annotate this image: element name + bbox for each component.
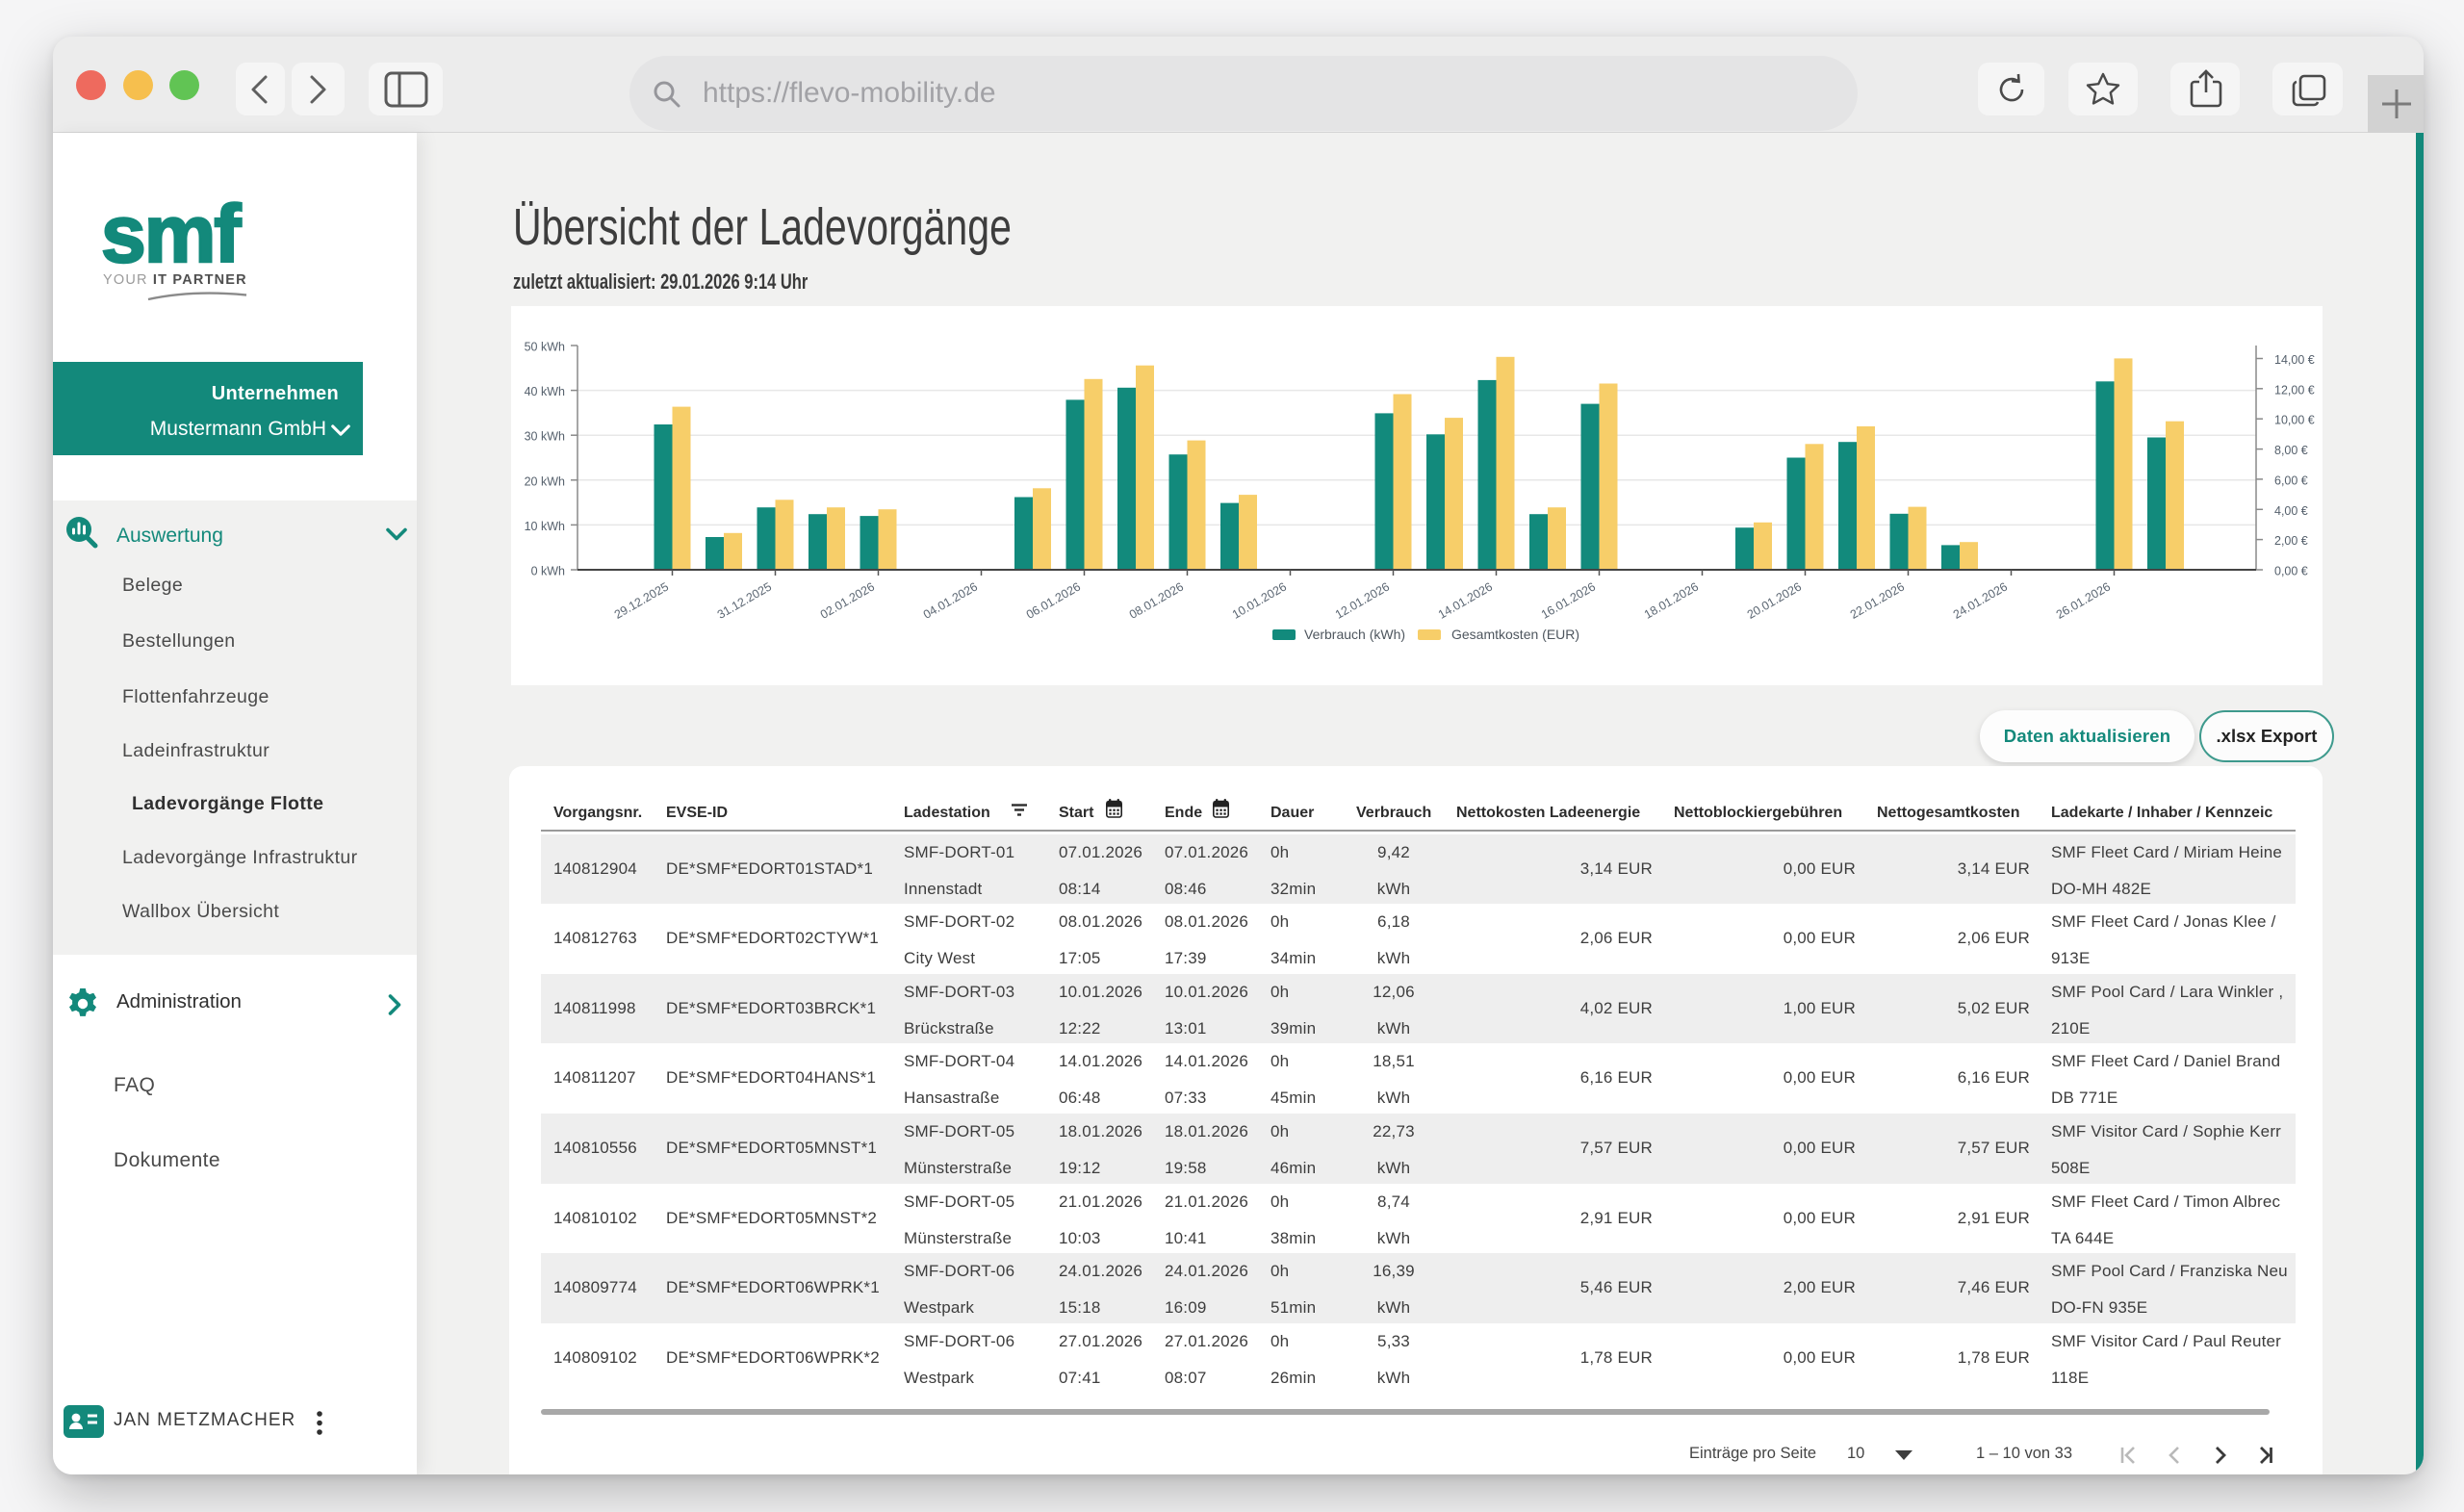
svg-text:26.01.2026: 26.01.2026 xyxy=(2054,579,2113,621)
svg-text:22.01.2026: 22.01.2026 xyxy=(1848,579,1907,621)
svg-text:29.12.2025: 29.12.2025 xyxy=(612,579,671,621)
svg-text:20.01.2026: 20.01.2026 xyxy=(1745,579,1804,621)
svg-text:02.01.2026: 02.01.2026 xyxy=(818,579,877,621)
svg-text:12,00 €: 12,00 € xyxy=(2274,383,2315,397)
svg-text:20 kWh: 20 kWh xyxy=(525,474,565,488)
svg-text:18.01.2026: 18.01.2026 xyxy=(1642,579,1701,621)
svg-text:12.01.2026: 12.01.2026 xyxy=(1333,579,1392,621)
svg-text:31.12.2025: 31.12.2025 xyxy=(715,579,774,621)
svg-text:10 kWh: 10 kWh xyxy=(525,520,565,533)
svg-text:14,00 €: 14,00 € xyxy=(2274,353,2315,367)
svg-text:40 kWh: 40 kWh xyxy=(525,385,565,398)
svg-text:Gesamtkosten (EUR): Gesamtkosten (EUR) xyxy=(1451,627,1579,642)
svg-text:0,00 €: 0,00 € xyxy=(2274,565,2308,578)
svg-text:50 kWh: 50 kWh xyxy=(525,341,565,354)
svg-text:10.01.2026: 10.01.2026 xyxy=(1230,579,1289,621)
svg-text:24.01.2026: 24.01.2026 xyxy=(1951,579,2010,621)
svg-text:8,00 €: 8,00 € xyxy=(2274,444,2308,457)
svg-text:30 kWh: 30 kWh xyxy=(525,430,565,444)
svg-text:06.01.2026: 06.01.2026 xyxy=(1024,579,1083,621)
svg-text:14.01.2026: 14.01.2026 xyxy=(1436,579,1495,621)
svg-text:6,00 €: 6,00 € xyxy=(2274,474,2308,487)
svg-text:16.01.2026: 16.01.2026 xyxy=(1539,579,1598,621)
svg-text:Verbrauch (kWh): Verbrauch (kWh) xyxy=(1304,627,1405,642)
svg-text:04.01.2026: 04.01.2026 xyxy=(921,579,980,621)
svg-text:4,00 €: 4,00 € xyxy=(2274,504,2308,518)
svg-text:0 kWh: 0 kWh xyxy=(531,565,565,578)
svg-text:10,00 €: 10,00 € xyxy=(2274,414,2315,427)
svg-text:08.01.2026: 08.01.2026 xyxy=(1127,579,1186,621)
svg-text:2,00 €: 2,00 € xyxy=(2274,534,2308,548)
